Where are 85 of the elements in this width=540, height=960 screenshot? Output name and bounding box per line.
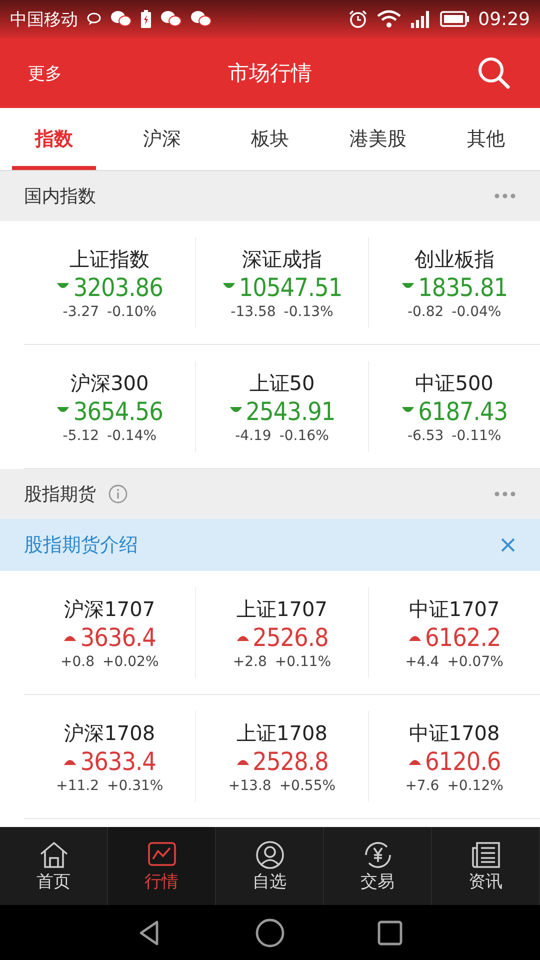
page-title: 市场行情: [228, 60, 312, 87]
index-name: 深证成指: [242, 246, 322, 272]
quote-card[interactable]: 上证指数 3203.86 -3.27 -0.10%: [24, 237, 196, 328]
carrier-name: 中国移动: [10, 8, 78, 30]
index-value: 6187.43: [418, 396, 508, 426]
search-icon[interactable]: [476, 55, 512, 91]
tab[interactable]: 沪深: [120, 108, 204, 170]
clock-time: 09:29: [478, 8, 530, 30]
quote-card[interactable]: 沪深1708 3633.4 +11.2 +0.31%: [24, 711, 196, 802]
section-title: 国内指数: [24, 185, 96, 208]
change-percent: +0.02%: [102, 654, 159, 670]
index-value: 6120.6: [424, 746, 501, 776]
wechat-icon: [190, 10, 212, 28]
wechat-icon: [110, 10, 132, 28]
quote-card[interactable]: 深证成指 10547.51 -13.58 -0.13%: [196, 237, 369, 328]
change-value: -4.19: [235, 428, 272, 444]
quote-card[interactable]: 中证1707 6162.2 +4.4 +0.07%: [368, 587, 540, 678]
quote-card[interactable]: 上证1708 2528.8 +13.8 +0.55%: [196, 711, 369, 802]
index-value: 6162.2: [424, 622, 501, 652]
index-name: 上证1708: [236, 720, 328, 746]
index-value: 2528.8: [252, 746, 328, 776]
home-circle-icon[interactable]: [255, 918, 285, 948]
alarm-clock-icon: [348, 9, 368, 29]
index-name: 上证指数: [70, 246, 150, 272]
quote-card[interactable]: 中证1708 6120.6 +7.6 +0.12%: [368, 711, 540, 802]
chat-bubble-icon: [86, 11, 102, 27]
quote-card[interactable]: 创业板指 1835.81 -0.82 -0.04%: [368, 237, 540, 328]
change-percent: -0.16%: [279, 428, 329, 444]
index-name: 沪深300: [70, 370, 149, 396]
tab[interactable]: 其他: [444, 108, 528, 170]
index-name: 中证1707: [408, 596, 500, 622]
more-options-icon[interactable]: [494, 491, 516, 497]
index-name: 中证1708: [408, 720, 500, 746]
change-percent: +0.11%: [274, 654, 332, 670]
tab[interactable]: 港美股: [336, 108, 420, 170]
quote-card[interactable]: 沪深300 3654.56 -5.12 -0.14%: [24, 361, 196, 452]
index-name: 上证50: [249, 370, 315, 396]
index-value: 3654.56: [73, 396, 163, 426]
quote-card[interactable]: 中证500 6187.43 -6.53 -0.11%: [368, 361, 540, 452]
wifi-icon: [376, 9, 402, 29]
change-value: -0.82: [407, 304, 444, 320]
battery-icon: [440, 10, 470, 28]
wechat-icon: [160, 10, 182, 28]
tab[interactable]: 板块: [228, 108, 312, 170]
change-value: +0.8: [60, 654, 95, 670]
change-percent: -0.13%: [284, 304, 334, 320]
change-percent: +0.12%: [447, 778, 504, 794]
quote-card[interactable]: 上证1707 2526.8 +2.8 +0.11%: [196, 587, 369, 678]
change-percent: -0.10%: [107, 304, 157, 320]
change-value: -5.12: [62, 428, 100, 444]
change-value: -3.27: [62, 304, 100, 320]
change-value: +4.4: [405, 654, 440, 670]
change-value: +2.8: [232, 654, 267, 670]
change-value: +7.6: [405, 778, 440, 794]
quote-card[interactable]: 沪深1707 3636.4 +0.8 +0.02%: [24, 587, 196, 678]
index-value: 10547.51: [238, 272, 342, 302]
battery-charging-icon: [140, 9, 152, 29]
index-value: 3636.4: [80, 622, 156, 652]
change-percent: -0.11%: [452, 428, 502, 444]
change-percent: -0.04%: [452, 304, 502, 320]
change-value: +13.8: [228, 778, 272, 794]
info-icon[interactable]: [108, 484, 128, 504]
index-name: 创业板指: [414, 246, 494, 272]
change-percent: -0.14%: [107, 428, 157, 444]
change-percent: +0.31%: [107, 778, 164, 794]
change-percent: +0.07%: [447, 654, 504, 670]
more-link[interactable]: 更多: [28, 62, 62, 84]
more-options-icon[interactable]: [494, 193, 516, 199]
index-name: 沪深1708: [64, 720, 156, 746]
index-value: 2543.91: [246, 396, 336, 426]
change-value: -6.53: [407, 428, 444, 444]
index-name: 中证500: [415, 370, 494, 396]
change-value: -13.58: [230, 304, 276, 320]
change-value: +11.2: [56, 778, 99, 794]
quote-card[interactable]: 上证50 2543.91 -4.19 -0.16%: [196, 361, 369, 452]
index-value: 3633.4: [80, 746, 156, 776]
close-icon[interactable]: [500, 537, 516, 553]
index-value: 3203.86: [73, 272, 163, 302]
section-title: 股指期货: [24, 483, 96, 506]
change-percent: +0.55%: [279, 778, 336, 794]
index-name: 沪深1707: [64, 596, 156, 622]
index-name: 上证1707: [236, 596, 328, 622]
index-value: 1835.81: [418, 272, 508, 302]
index-value: 2526.8: [252, 622, 328, 652]
nav-tab[interactable]: 行情: [108, 827, 216, 905]
